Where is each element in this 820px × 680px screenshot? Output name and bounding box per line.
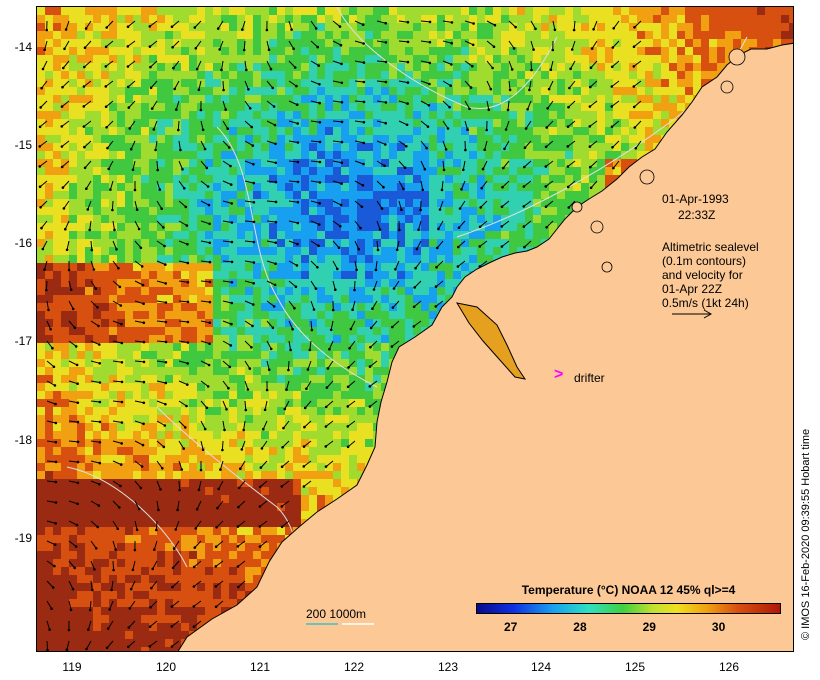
legend-line: Altimetric sealevel (662, 240, 759, 254)
lat-tick: -18 (14, 433, 32, 447)
velocity-vector (177, 120, 180, 131)
lon-tick: 123 (437, 660, 459, 674)
lon-tick: 126 (718, 660, 740, 674)
velocity-vector (178, 480, 181, 491)
colorbar-title: Temperature (°C) NOAA 12 45% ql>=4 (521, 583, 736, 597)
velocity-vector (46, 640, 48, 651)
depth-contour-label: 200 1000m (306, 607, 367, 621)
island (601, 261, 613, 273)
lat-tick: -15 (14, 138, 32, 152)
velocity-scale-arrow-icon (672, 309, 713, 319)
island (639, 169, 655, 185)
legend-line: 01-Apr 22Z (662, 282, 723, 296)
legend-line: (0.1m contours) (662, 254, 747, 268)
island (571, 201, 583, 213)
colorbar-tick-label: 29 (642, 620, 656, 634)
colorbar-tick-label: 28 (573, 620, 587, 634)
sst-map (36, 6, 794, 652)
lat-tick: -16 (14, 236, 32, 250)
velocity-vector (354, 280, 356, 291)
depth-contour-key (306, 623, 374, 625)
drifter-label: drifter (574, 371, 605, 385)
sst-map-canvas (37, 7, 793, 651)
velocity-vector (287, 360, 290, 371)
velocity-vector (156, 160, 159, 171)
credit-text: © IMOS 16-Feb-2020 09:39:55 Hobart time (800, 428, 812, 640)
colorbar-tick-label: 27 (503, 620, 518, 634)
island (590, 220, 604, 234)
lon-tick: 122 (343, 660, 365, 674)
lat-tick: -19 (14, 531, 32, 545)
colorbar-tick-label: 30 (711, 620, 726, 634)
legend-line: and velocity for (662, 268, 743, 282)
velocity-vector (222, 80, 225, 91)
lon-tick: 119 (62, 660, 82, 674)
velocity-vector (155, 520, 158, 531)
lon-tick: 121 (249, 660, 271, 674)
date-label: 01-Apr-1993 (662, 192, 729, 206)
velocity-vector (221, 440, 224, 451)
velocity-vector (112, 560, 115, 571)
lon-tick: 125 (624, 660, 646, 674)
velocity-vector (45, 280, 48, 291)
lon-tick: 120 (155, 660, 177, 674)
lat-tick: -14 (14, 40, 32, 54)
time-label: 22:33Z (678, 208, 716, 222)
drifter-marker-icon: > (554, 366, 564, 383)
island (728, 48, 746, 66)
velocity-vector (111, 200, 114, 211)
temperature-colorbar (476, 603, 781, 614)
lat-tick: -17 (14, 334, 32, 348)
velocity-vector (530, 60, 532, 71)
island (720, 80, 734, 94)
lon-tick: 124 (530, 660, 552, 674)
